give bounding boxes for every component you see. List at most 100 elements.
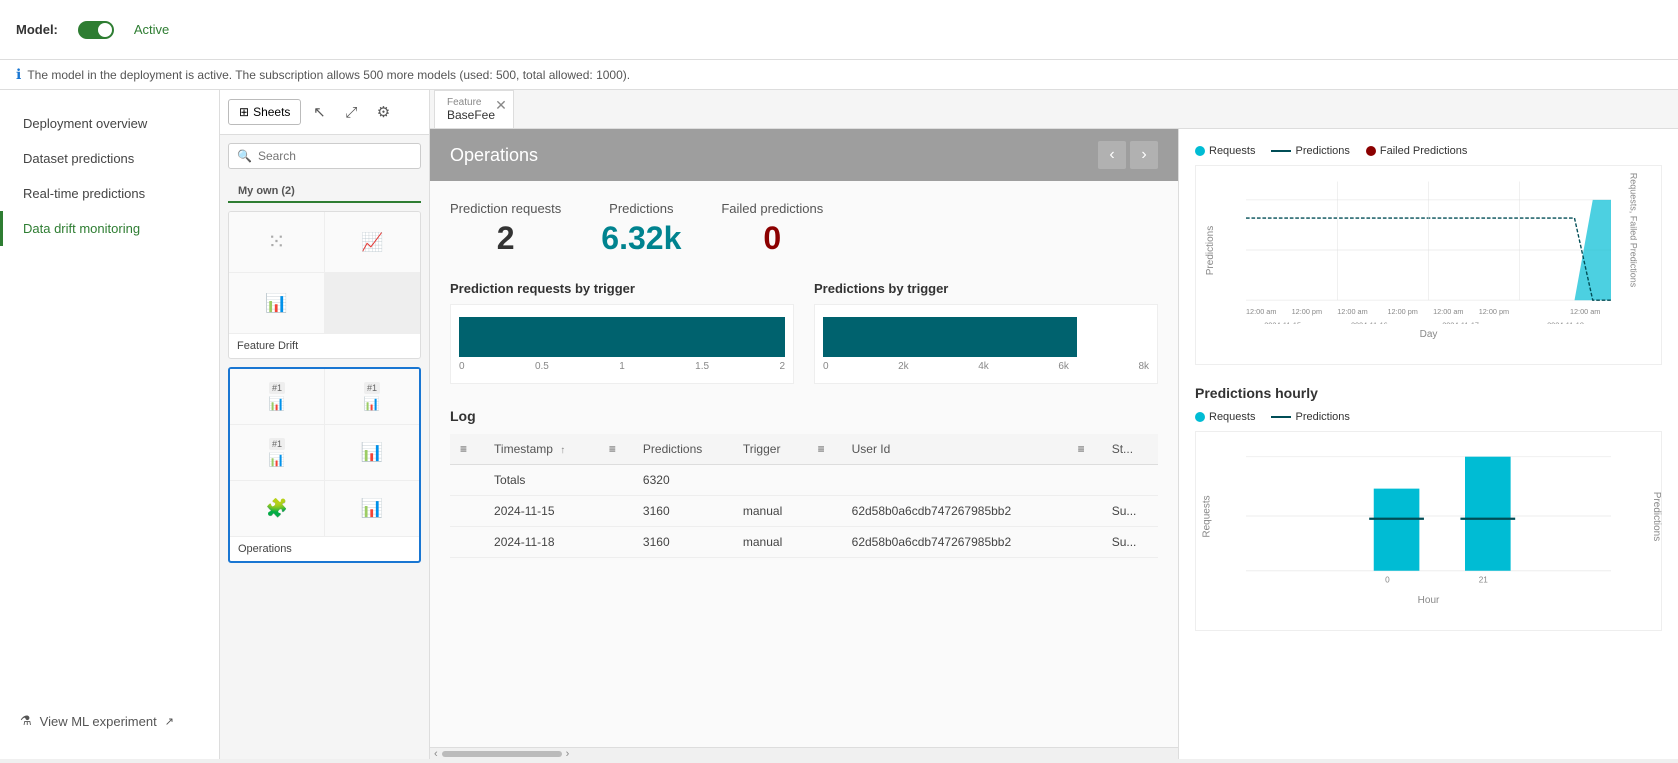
select-tool-button[interactable]: ↖ (305, 98, 333, 126)
predictions-legend-color (1271, 150, 1291, 152)
sidebar-item-deployment-overview[interactable]: Deployment overview (0, 106, 219, 141)
totals-label: Totals (484, 465, 599, 496)
totals-status (1102, 465, 1158, 496)
svg-text:2024-11-17: 2024-11-17 (1442, 321, 1479, 324)
svg-text:2024-11-15: 2024-11-15 (1264, 321, 1301, 324)
feature-tab-name: BaseFee (447, 108, 501, 122)
row0-predictions: 3160 (633, 496, 733, 527)
axis-1: 1 (619, 361, 625, 372)
ts-legend: Requests Predictions Failed Predictions (1195, 145, 1662, 157)
model-toggle[interactable] (78, 21, 114, 39)
col-status[interactable]: St... (1102, 434, 1158, 465)
feature-drift-card[interactable]: ⁙ 📈 📊 Feature Drift (228, 211, 421, 359)
bar-chart-3-icon: 📊 (269, 452, 285, 468)
predictions-axis: 0 2k 4k 6k 8k (823, 361, 1149, 372)
totals-trigger (733, 465, 808, 496)
stat-prediction-requests: Prediction requests 2 (450, 201, 561, 257)
log-table: ≡ Timestamp ↑ ≡ Predictions Trigger ≡ Us… (450, 434, 1158, 558)
main-layout: Deployment overview Dataset predictions … (0, 90, 1678, 759)
failed-predictions-label: Failed predictions (721, 201, 823, 216)
my-own-label: My own (2) (228, 177, 421, 203)
requests-by-trigger-chart: Prediction requests by trigger 0 0.5 1 1… (450, 281, 794, 384)
prediction-requests-label: Prediction requests (450, 201, 561, 216)
active-label: Active (134, 22, 169, 37)
center-panel: ⊞ Sheets ↖ ⤢ ⚙ 🔍 My own (2) ⁙ 📈 (220, 90, 430, 759)
hourly-predictions-color (1271, 416, 1291, 418)
hourly-requests-color (1195, 412, 1205, 422)
sidebar-item-data-drift-monitoring[interactable]: Data drift monitoring (0, 211, 219, 246)
bar-chart-icon-cell: 📊 (229, 273, 324, 333)
sidebar-item-dataset-predictions[interactable]: Dataset predictions (0, 141, 219, 176)
puzzle-icon: 🧩 (266, 498, 288, 519)
legend-predictions: Predictions (1271, 145, 1349, 157)
row1-menu2 (1068, 527, 1102, 558)
horizontal-scrollbar[interactable]: ‹ › (430, 747, 1178, 759)
sheets-button[interactable]: ⊞ Sheets (228, 99, 301, 125)
requests-legend-label: Requests (1209, 145, 1255, 157)
log-table-header: ≡ Timestamp ↑ ≡ Predictions Trigger ≡ Us… (450, 434, 1158, 465)
col-userid[interactable]: User Id (842, 434, 1068, 465)
operations-card[interactable]: #1 📊 #1 📊 #1 📊 📊 🧩 (228, 367, 421, 563)
settings-tool-button[interactable]: ⚙ (369, 98, 397, 126)
feature-tab[interactable]: Feature BaseFee ✕ (434, 90, 514, 128)
log-section: Log ≡ Timestamp ↑ ≡ Predictions Trigger … (450, 408, 1158, 558)
info-bar: ℹ The model in the deployment is active.… (0, 60, 1678, 90)
pred-axis-8k: 8k (1138, 361, 1149, 372)
requests-bar (459, 317, 785, 357)
content-header: Operations ‹ › (430, 129, 1178, 181)
col-trigger[interactable]: Trigger (733, 434, 808, 465)
svg-text:12:00 pm: 12:00 pm (1387, 307, 1417, 316)
tab-close-button[interactable]: ✕ (493, 97, 509, 113)
pred-axis-4k: 4k (978, 361, 989, 372)
col-predictions[interactable]: Predictions (633, 434, 733, 465)
sidebar-item-realtime-predictions[interactable]: Real-time predictions (0, 176, 219, 211)
row1-predictions: 3160 (633, 527, 733, 558)
svg-text:21: 21 (1479, 576, 1489, 585)
row1-userid: 62d58b0a6cdb747267985bb2 (842, 527, 1068, 558)
ts-y-left-label: Predictions (1205, 226, 1216, 275)
trigger-charts-row: Prediction requests by trigger 0 0.5 1 1… (450, 281, 1158, 384)
row1-timestamp: 2024-11-18 (484, 527, 599, 558)
prediction-requests-value: 2 (450, 220, 561, 257)
col-menu3: ≡ (808, 434, 842, 465)
next-arrow[interactable]: › (1130, 141, 1158, 169)
row1-status: Su... (1102, 527, 1158, 558)
row0-empty2 (599, 496, 633, 527)
row1-menu (808, 527, 842, 558)
log-row-1[interactable]: 2024-11-18 3160 manual 62d58b0a6cdb74726… (450, 527, 1158, 558)
right-area: Feature BaseFee ✕ Operations ‹ › (430, 90, 1678, 759)
feature-drift-card-grid: ⁙ 📈 📊 (229, 212, 420, 333)
scroll-left-arrow[interactable]: ‹ (434, 748, 438, 760)
sheets-icon: ⊞ (239, 105, 249, 119)
legend-failed: Failed Predictions (1366, 145, 1467, 157)
sidebar-footer-view-ml[interactable]: ⚗ View ML experiment ↗ (0, 699, 219, 743)
center-toolbar: ⊞ Sheets ↖ ⤢ ⚙ (220, 90, 429, 135)
hourly-y-left-label: Requests (1202, 496, 1213, 538)
ts-y-right-label: Requests, Failed Predictions (1629, 173, 1639, 288)
predictions-by-trigger-title: Predictions by trigger (814, 281, 1158, 296)
bar-chart-2-icon: 📊 (364, 396, 380, 412)
time-series-chart: Predictions Requests, Failed Predictions… (1195, 165, 1662, 365)
info-icon: ℹ (16, 66, 21, 83)
scroll-thumb[interactable] (442, 751, 562, 757)
badge-3: #1 (269, 438, 285, 450)
col-timestamp[interactable]: Timestamp ↑ (484, 434, 599, 465)
page-title: Operations (450, 145, 538, 166)
hourly-svg: 1 0.5 0 4k 3k 2k (1246, 442, 1611, 590)
log-row-0[interactable]: 2024-11-15 3160 manual 62d58b0a6cdb74726… (450, 496, 1158, 527)
info-message: The model in the deployment is active. T… (27, 68, 630, 82)
main-content: Operations ‹ › Prediction requests 2 (430, 129, 1178, 759)
top-bar: Model: Active (0, 0, 1678, 60)
feature-drift-label: Feature Drift (229, 333, 420, 358)
scroll-right-arrow[interactable]: › (566, 748, 570, 760)
move-tool-button[interactable]: ⤢ (337, 98, 365, 126)
prev-arrow[interactable]: ‹ (1098, 141, 1126, 169)
bar-chart-4-icon: 📊 (361, 442, 383, 463)
row1-empty (450, 527, 484, 558)
row0-status: Su... (1102, 496, 1158, 527)
svg-text:2024-11-16: 2024-11-16 (1351, 321, 1388, 324)
search-input[interactable] (258, 149, 412, 163)
stats-row: Prediction requests 2 Predictions 6.32k … (450, 201, 1158, 257)
totals-empty2 (599, 465, 633, 496)
svg-text:12:00 am: 12:00 am (1246, 307, 1276, 316)
